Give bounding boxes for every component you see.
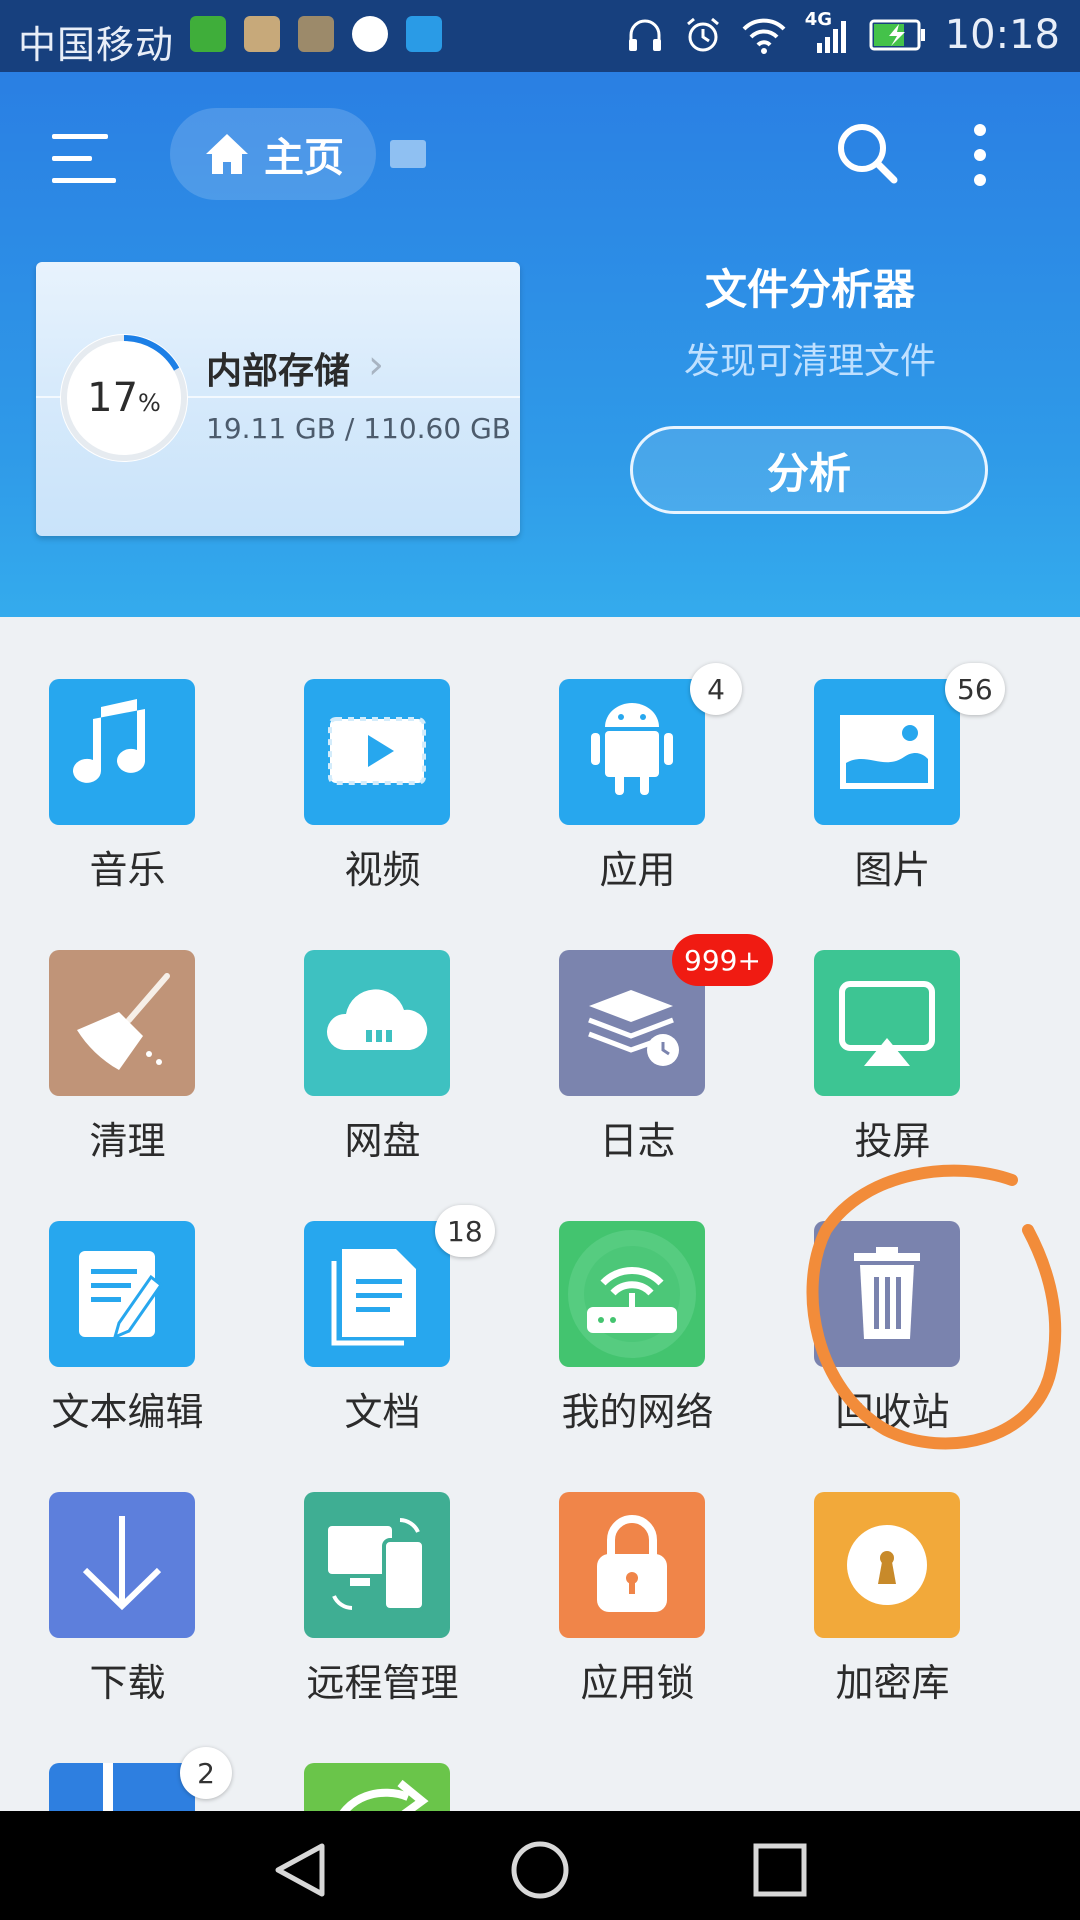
category-tile-download[interactable]: 下载: [0, 1430, 255, 1705]
edit-icon: [49, 1221, 195, 1367]
menu-icon-line: [52, 156, 92, 161]
category-tile-share[interactable]: [255, 1701, 510, 1811]
analyze-button[interactable]: 分析: [630, 426, 988, 514]
more-options-button[interactable]: [962, 120, 998, 190]
category-label: 日志: [599, 1119, 676, 1163]
category-label: 文本编辑: [51, 1390, 204, 1434]
category-label: 音乐: [89, 848, 166, 892]
category-label: 网盘: [344, 1119, 421, 1163]
category-tile-remote[interactable]: 远程管理: [255, 1430, 510, 1705]
category-tile-router[interactable]: 我的网络: [510, 1159, 765, 1434]
category-label: 清理: [89, 1119, 166, 1163]
share-icon: [304, 1763, 450, 1811]
count-badge: 999+: [672, 934, 773, 986]
qq-icon: [352, 16, 388, 52]
clock: 10:18: [944, 12, 1060, 58]
home-breadcrumb[interactable]: 主页: [170, 108, 376, 200]
category-label: 加密库: [835, 1661, 950, 1705]
cloud-icon: [304, 950, 450, 1096]
category-tile-trash[interactable]: 回收站: [765, 1159, 1020, 1434]
back-button[interactable]: [270, 1840, 330, 1900]
category-tile-android[interactable]: 应用 4: [510, 617, 765, 892]
category-label: 远程管理: [306, 1661, 459, 1705]
category-tile-vault[interactable]: 加密库: [765, 1430, 1020, 1705]
download-icon: [49, 1492, 195, 1638]
category-label: 图片: [854, 848, 931, 892]
storage-percent: 17%: [56, 330, 192, 466]
category-tile-music[interactable]: 音乐: [0, 617, 255, 892]
analyzer-title: 文件分析器: [704, 265, 915, 314]
wifi-icon: [742, 18, 786, 54]
more-icon-dot: [974, 174, 986, 186]
alarm-icon: [686, 17, 719, 52]
home-nav-button[interactable]: [510, 1840, 570, 1900]
cell-signal-icon: 4G: [805, 9, 851, 55]
category-tile-edit[interactable]: 文本编辑: [0, 1159, 255, 1434]
category-tile-cast[interactable]: 投屏: [765, 888, 1020, 1163]
more-icon-dot: [974, 149, 986, 161]
category-label: 视频: [344, 848, 421, 892]
category-grid: 音乐 视频 应用 4 图片 56 清理 网盘 日志 999+ 投屏文本编辑 文档 18 我的网络 回收站下载…: [0, 617, 1080, 1811]
search-button[interactable]: [832, 118, 902, 188]
category-label: 我的网络: [561, 1390, 714, 1434]
broom-icon: [49, 950, 195, 1096]
vault-icon: [814, 1492, 960, 1638]
storage-size: 19.11 GB / 110.60 GB: [206, 412, 511, 445]
internal-storage-card[interactable]: 17% 内部存储 › 19.11 GB / 110.60 GB: [36, 262, 520, 536]
category-label: 投屏: [854, 1119, 931, 1163]
storage-percent-sign: %: [138, 389, 161, 417]
image-icon: [814, 679, 960, 825]
sd-card-icon[interactable]: [390, 140, 426, 168]
trash-icon: [814, 1221, 960, 1367]
carrier-label: 中国移动: [18, 23, 175, 67]
status-bar: 中国移动 4G 10:18: [0, 0, 1080, 72]
home-label: 主页: [264, 135, 344, 181]
notification-icon: [244, 16, 280, 52]
battery-icon: [869, 19, 925, 51]
notification-icon: [190, 16, 226, 52]
menu-button[interactable]: [52, 134, 116, 184]
category-label: 文档: [344, 1390, 421, 1434]
count-badge: 18: [435, 1205, 495, 1257]
menu-icon-line: [52, 178, 116, 183]
home-icon: [206, 134, 248, 174]
category-tile-cloud[interactable]: 网盘: [255, 888, 510, 1163]
chevron-right-icon: ›: [368, 342, 384, 388]
category-tile-archive[interactable]: 2: [0, 1701, 255, 1811]
category-tile-video[interactable]: 视频: [255, 617, 510, 892]
count-badge: 4: [690, 663, 742, 715]
storage-title: 内部存储: [206, 351, 351, 392]
count-badge: 56: [945, 663, 1005, 715]
category-tile-image[interactable]: 图片 56: [765, 617, 1020, 892]
archive-icon: [49, 1763, 195, 1811]
lock-icon: [559, 1492, 705, 1638]
category-tile-broom[interactable]: 清理: [0, 888, 255, 1163]
headphones-icon: [628, 19, 661, 51]
android-icon: [559, 679, 705, 825]
more-icon: [974, 124, 986, 136]
category-label: 应用锁: [580, 1661, 695, 1705]
router-icon: [559, 1221, 705, 1367]
category-tile-document[interactable]: 文档 18: [255, 1159, 510, 1434]
recents-button[interactable]: [750, 1840, 810, 1900]
analyzer-subtitle: 发现可清理文件: [683, 341, 936, 382]
video-icon: [304, 679, 450, 825]
category-tile-lock[interactable]: 应用锁: [510, 1430, 765, 1705]
notification-icon: [298, 16, 334, 52]
count-badge: 2: [180, 1747, 232, 1799]
category-label: 回收站: [835, 1390, 950, 1434]
notification-icon: [406, 16, 442, 52]
document-icon: [304, 1221, 450, 1367]
storage-percent-value: 17: [87, 375, 139, 421]
music-icon: [49, 679, 195, 825]
category-tile-log[interactable]: 日志 999+: [510, 888, 773, 1163]
cast-icon: [814, 950, 960, 1096]
remote-icon: [304, 1492, 450, 1638]
category-label: 应用: [599, 848, 676, 892]
category-label: 下载: [89, 1661, 166, 1705]
menu-icon: [52, 134, 108, 139]
